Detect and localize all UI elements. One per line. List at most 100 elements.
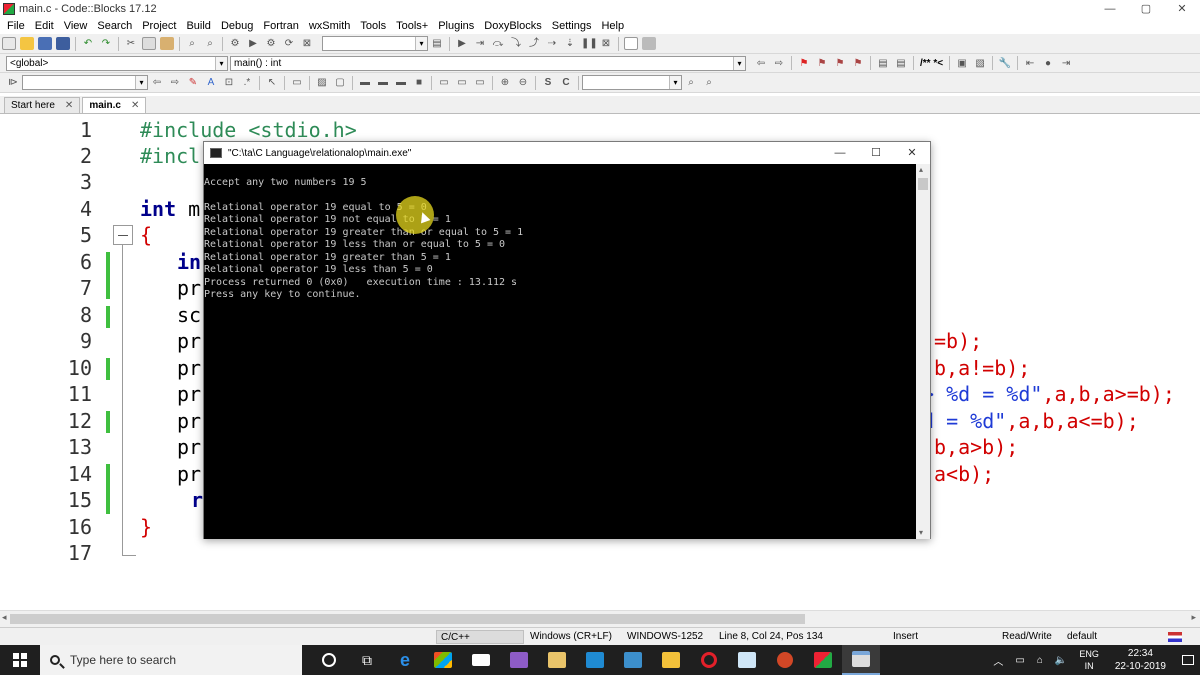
console-title-bar[interactable]: "C:\ta\C Language\relationalop\main.exe"… [204,142,930,164]
highlight-prev-icon[interactable]: ▤ [894,57,908,70]
console-close-button[interactable]: ✕ [894,142,930,164]
script-s-icon[interactable]: S [541,76,555,89]
jump-forward-icon[interactable]: ⇨ [772,57,786,70]
menu-doxyblocks[interactable]: DoxyBlocks [479,20,546,32]
goto-icon[interactable]: ⧐ [6,76,20,89]
layout-row3-icon[interactable]: ▬ [394,76,408,89]
scroll-left-icon[interactable]: ◂ [2,612,7,623]
frame-icon[interactable]: ▢ [333,76,347,89]
debug-info-icon[interactable] [642,37,656,50]
network-app-icon[interactable] [614,645,652,675]
zoom-out-icon[interactable]: ⊖ [516,76,530,89]
dot-icon[interactable]: ● [1041,57,1055,70]
select-cursor-icon[interactable]: ↖ [265,76,279,89]
menu-settings[interactable]: Settings [547,20,597,32]
action-center-icon[interactable] [1176,645,1200,675]
menu-help[interactable]: Help [596,20,629,32]
stop-debug-icon[interactable]: ⊠ [599,37,613,50]
menu-view[interactable]: View [59,20,93,32]
horizontal-scrollbar[interactable]: ◂ ▸ [0,610,1200,627]
symbol-replace-icon[interactable]: ⌕ [702,76,716,89]
paint-icon[interactable] [538,645,576,675]
find-next-icon[interactable]: ⇨ [168,76,182,89]
battery-icon[interactable]: ▭ [1009,655,1030,666]
open-folder-icon[interactable] [20,37,34,50]
function-select[interactable]: main() : int ▾ [230,55,746,71]
network-icon[interactable]: ⌂ [1031,655,1049,666]
copy-icon[interactable] [142,37,156,50]
wrench-icon[interactable]: 🔧 [998,57,1012,70]
clock[interactable]: 22:34 22-10-2019 [1105,647,1176,673]
doxy-comment-button[interactable]: /** *< [920,58,943,69]
step-into-icon[interactable]: ⤵ [509,37,523,50]
jump-back-icon[interactable]: ⇦ [754,57,768,70]
show-hidden-icons-icon[interactable]: ︿ [987,653,1009,668]
close-icon[interactable]: ✕ [131,100,139,111]
shape-rect-icon[interactable]: ▭ [437,76,451,89]
menu-build[interactable]: Build [181,20,215,32]
layout-row2-icon[interactable]: ▬ [376,76,390,89]
step-out-icon[interactable]: ⤴ [527,37,541,50]
file-explorer-icon[interactable] [652,645,690,675]
pause-icon[interactable]: ❚❚ [581,37,598,50]
tab-start-here[interactable]: Start here ✕ [4,97,81,113]
console-scrollbar[interactable]: ▴ ▾ [916,164,930,539]
codeblocks-app-icon[interactable] [804,645,842,675]
language-indicator[interactable]: ENG IN [1073,648,1105,672]
bookmark-prev-icon[interactable]: ⚑ [815,57,829,70]
notepad-icon[interactable] [728,645,766,675]
paste-icon[interactable] [160,37,174,50]
debug-start-icon[interactable]: ▶ [455,37,469,50]
console-window[interactable]: "C:\ta\C Language\relationalop\main.exe"… [203,141,931,539]
bookmark-toggle-icon[interactable]: ⚑ [797,57,811,70]
console-maximize-button[interactable]: ☐ [858,142,894,164]
prev-change-icon[interactable]: ⇤ [1023,57,1037,70]
scroll-down-icon[interactable]: ▾ [919,528,923,537]
doxywizard-icon[interactable]: ▣ [955,57,969,70]
maximize-button[interactable]: ▢ [1128,0,1164,18]
powerpoint-icon[interactable] [766,645,804,675]
mail-icon[interactable] [462,645,500,675]
scope-select[interactable]: <global> ▾ [6,55,228,71]
layout-row-icon[interactable]: ▬ [358,76,372,89]
close-icon[interactable]: ✕ [65,100,73,111]
highlight-icon[interactable]: ▤ [876,57,890,70]
copyright-c-icon[interactable]: C [559,76,573,89]
zoom-in-icon[interactable]: ⊕ [498,76,512,89]
menu-file[interactable]: File [2,20,30,32]
run-to-cursor-icon[interactable]: ⇥ [473,37,487,50]
search-text-select[interactable]: ▾ [22,75,148,90]
next-instruction-icon[interactable]: ⇢ [545,37,559,50]
step-into-instruction-icon[interactable]: ⇣ [563,37,577,50]
image-icon[interactable]: ▨ [315,76,329,89]
save-icon[interactable] [38,37,52,50]
regex-icon[interactable]: .* [240,76,254,89]
rebuild-icon[interactable]: ⟳ [282,37,296,50]
bookmark-next-icon[interactable]: ⚑ [833,57,847,70]
menu-tools-plus[interactable]: Tools+ [391,20,433,32]
build-target-select[interactable]: ▾ [322,36,428,51]
menu-project[interactable]: Project [137,20,181,32]
edge-browser-icon[interactable]: e [386,645,424,675]
static-text-icon[interactable]: ▭ [290,76,304,89]
console-app-taskbar-icon[interactable] [842,645,880,675]
bookmark-clear-icon[interactable]: ⚑ [851,57,865,70]
cortana-icon[interactable] [310,645,348,675]
find-icon[interactable]: ⌕ [185,37,199,50]
menu-fortran[interactable]: Fortran [258,20,303,32]
taskbar-search-box[interactable]: Type here to search [40,645,302,675]
console-output[interactable]: Accept any two numbers 19 5 Relational o… [204,164,916,539]
debug-windows-icon[interactable] [624,37,638,50]
next-change-icon[interactable]: ⇥ [1059,57,1073,70]
console-scrollbar-thumb[interactable] [918,178,928,190]
pencil-icon[interactable]: ✎ [186,76,200,89]
build-gear-icon[interactable]: ⚙ [228,37,242,50]
scroll-right-icon[interactable]: ▸ [1191,612,1196,623]
store-icon[interactable] [424,645,462,675]
task-view-icon[interactable]: ⧉ [348,645,386,675]
undo-icon[interactable]: ↶ [81,37,95,50]
menu-wxsmith[interactable]: wxSmith [304,20,356,32]
shape-rect2-icon[interactable]: ▭ [455,76,469,89]
build-and-run-icon[interactable]: ⚙ [264,37,278,50]
whole-word-icon[interactable]: ⊡ [222,76,236,89]
